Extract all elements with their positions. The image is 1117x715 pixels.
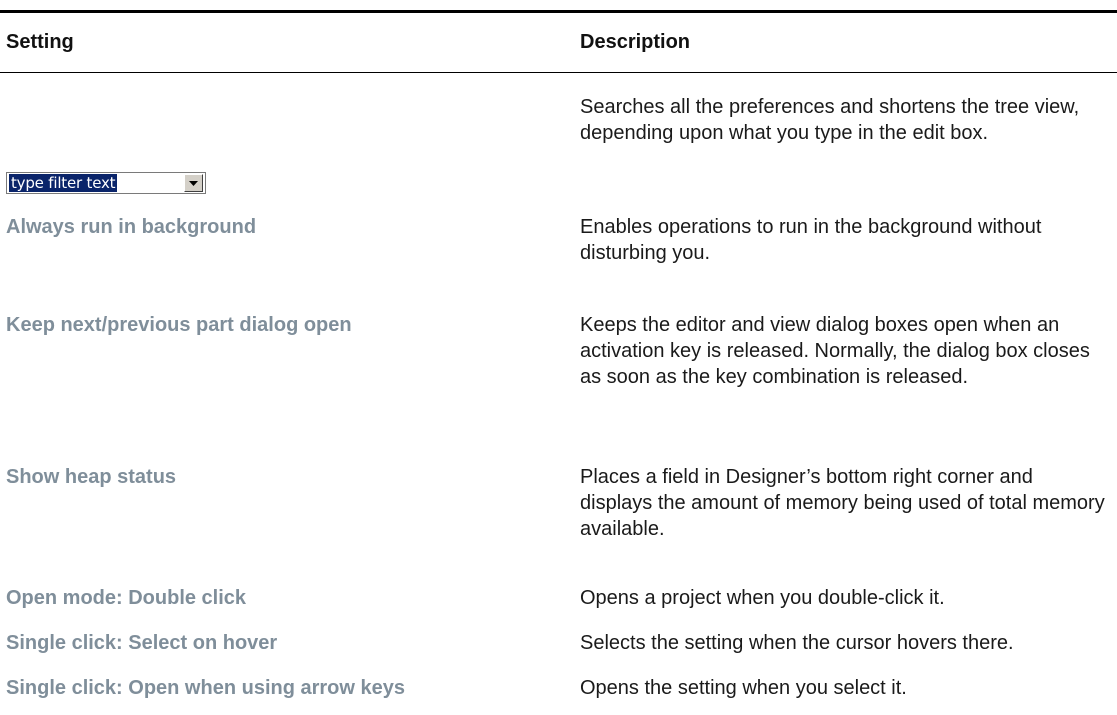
table-row: Single click: Open when using arrow keys… <box>0 675 1117 715</box>
setting-label: Open mode: Double click <box>6 587 247 609</box>
table-row: Always run in background Enables operati… <box>0 214 1117 312</box>
filter-dropdown-button[interactable] <box>184 174 203 192</box>
setting-description: Enables operations to run in the backgro… <box>580 216 1042 264</box>
header-description: Description <box>580 31 691 53</box>
setting-description: Places a field in Designer’s bottom righ… <box>580 466 1105 540</box>
setting-label: Single click: Select on hover <box>6 632 278 654</box>
setting-description: Keeps the editor and view dialog boxes o… <box>580 314 1090 388</box>
setting-label: Show heap status <box>6 466 177 488</box>
table-row: Open mode: Double click Opens a project … <box>0 585 1117 630</box>
table-header-row: Setting Description <box>0 13 1117 73</box>
table-row: Show heap status Places a field in Desig… <box>0 464 1117 585</box>
filter-combo-box[interactable]: type filter text <box>6 172 206 194</box>
header-setting: Setting <box>6 31 74 53</box>
setting-description: Opens a project when you double-click it… <box>580 587 945 609</box>
setting-description: Opens the setting when you select it. <box>580 677 907 699</box>
table-row: Single click: Select on hover Selects th… <box>0 630 1117 675</box>
chevron-down-icon <box>189 180 198 186</box>
setting-label: Always run in background <box>6 216 257 238</box>
filter-input-value[interactable]: type filter text <box>9 174 118 192</box>
table-row: Keep next/previous part dialog open Keep… <box>0 312 1117 464</box>
setting-label: Keep next/previous part dialog open <box>6 314 352 336</box>
setting-label: Single click: Open when using arrow keys <box>6 677 406 699</box>
filter-description: Searches all the preferences and shorten… <box>580 96 1080 144</box>
settings-table: Setting Description type filter text Sea… <box>0 10 1117 715</box>
table-row-filter: type filter text Searches all the prefer… <box>0 94 1117 214</box>
setting-description: Selects the setting when the cursor hove… <box>580 632 1014 654</box>
